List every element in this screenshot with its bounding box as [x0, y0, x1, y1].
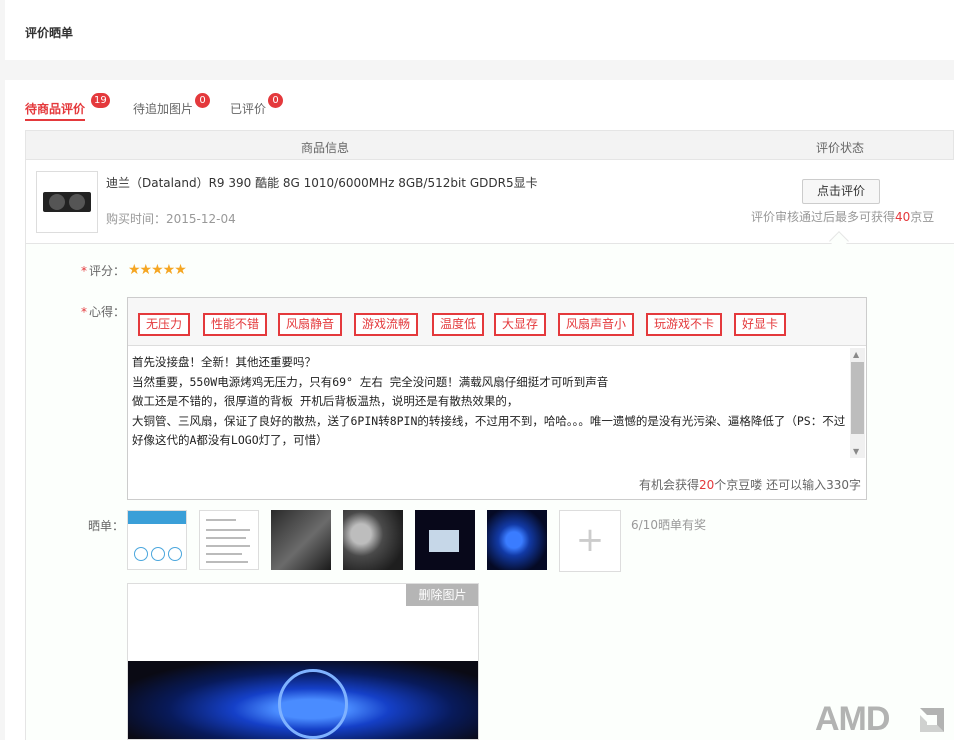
product-name[interactable]: 迪兰（Dataland）R9 390 酷能 8G 1010/6000MHz 8G…	[106, 174, 538, 191]
tab-reviewed-count: 0	[268, 93, 283, 108]
photo-detail	[206, 519, 236, 521]
page-title: 评价晒单	[25, 26, 74, 40]
counter-suffix: 个京豆喽 还可以输入330字	[714, 478, 861, 492]
tag-item[interactable]: 风扇声音小	[558, 313, 635, 336]
header-product-info: 商品信息	[301, 141, 350, 155]
rating-required-mark: *	[81, 264, 87, 278]
table-header: 商品信息 评价状态	[25, 130, 954, 160]
experience-box: 无压力 性能不错 风扇静音 游戏流畅 温度低 大显存 风扇声音小 玩游戏不卡 好…	[127, 297, 867, 500]
star-rating[interactable]: ★★★★★	[128, 262, 187, 278]
experience-label: * 心得：	[81, 303, 125, 320]
eval-reward-tip: 评价审核通过后最多可获得40京豆	[751, 208, 934, 225]
tab-pending-review-count: 19	[91, 93, 110, 108]
photo-thumbnail[interactable]	[343, 510, 403, 570]
eval-tip-suffix: 京豆	[910, 210, 935, 224]
evaluate-button[interactable]: 点击评价	[802, 179, 880, 204]
tag-item[interactable]: 性能不错	[203, 313, 268, 336]
photo-thumbnail[interactable]	[127, 510, 187, 570]
eval-tip-beans: 40	[895, 210, 911, 224]
photos-label: 晒单：	[88, 519, 125, 533]
photo-thumbnail[interactable]	[271, 510, 331, 570]
photo-thumbnail[interactable]	[199, 510, 259, 570]
tag-item[interactable]: 游戏流畅	[354, 313, 419, 336]
preview-image-fan	[278, 669, 348, 739]
photo-thumbnail[interactable]	[487, 510, 547, 570]
scroll-up-icon[interactable]: ▲	[853, 350, 859, 359]
photo-detail	[151, 547, 165, 561]
review-panel: 待商品评价 19 待追加图片 0 已评价 0 商品信息 评价状态 迪兰（Data…	[5, 80, 954, 740]
rating-label-text: 评分：	[89, 264, 126, 278]
experience-label-text: 心得：	[89, 305, 126, 319]
photo-detail	[429, 530, 459, 552]
product-row: 迪兰（Dataland）R9 390 酷能 8G 1010/6000MHz 8G…	[25, 160, 954, 251]
photo-detail	[206, 561, 248, 563]
tag-item[interactable]: 风扇静音	[278, 313, 343, 336]
tab-pending-review[interactable]: 待商品评价	[25, 100, 86, 121]
tab-reviewed[interactable]: 已评价	[230, 100, 266, 117]
product-thumbnail[interactable]	[36, 171, 98, 233]
amd-watermark: AMD	[815, 700, 890, 738]
photo-detail	[206, 529, 250, 531]
tag-item[interactable]: 无压力	[138, 313, 191, 336]
header-review-status: 评价状态	[816, 141, 865, 155]
graphics-card-image	[43, 192, 91, 212]
tab-pending-photos[interactable]: 待追加图片	[133, 100, 193, 117]
char-counter: 有机会获得20个京豆喽 还可以输入330字	[639, 476, 861, 493]
amd-arrow-icon	[920, 708, 944, 732]
photo-detail	[206, 553, 242, 555]
rating-label: * 评分：	[81, 262, 125, 279]
eval-tip-prefix: 评价审核通过后最多可获得	[751, 210, 896, 224]
review-textarea[interactable]: 首先没接盘！全新！其他还重要吗？ 当然重要，550W电源烤鸡无压力，只有69° …	[132, 353, 847, 451]
scroll-down-icon[interactable]: ▼	[853, 447, 859, 456]
page-header: 评价晒单	[5, 0, 954, 60]
counter-beans: 20	[698, 478, 715, 492]
delete-photo-button[interactable]: 删除图片	[406, 584, 478, 606]
tag-item[interactable]: 好显卡	[734, 313, 787, 336]
tag-item[interactable]: 玩游戏不卡	[646, 313, 723, 336]
photo-preview: 删除图片	[127, 583, 479, 740]
tag-item[interactable]: 温度低	[432, 313, 485, 336]
photo-detail	[134, 547, 148, 561]
preview-image	[128, 661, 478, 739]
tab-pending-photos-count: 0	[195, 93, 210, 108]
tag-item[interactable]: 大显存	[494, 313, 547, 336]
scrollbar-thumb[interactable]	[851, 362, 864, 434]
counter-prefix: 有机会获得	[638, 478, 699, 492]
photo-reward-tip: 6/10晒单有奖	[631, 518, 706, 532]
purchase-time: 购买时间：2015-12-04	[106, 212, 236, 226]
photo-detail	[206, 545, 250, 547]
tag-list: 无压力 性能不错 风扇静音 游戏流畅 温度低 大显存 风扇声音小 玩游戏不卡 好…	[128, 298, 866, 346]
add-photo-button[interactable]: +	[559, 510, 621, 572]
photo-detail	[206, 537, 246, 539]
review-form: * 评分： ★★★★★ * 心得： 无压力 性能不错 风扇静音 游戏流畅 温度低 大…	[25, 244, 954, 740]
textarea-scrollbar[interactable]: ▲ ▼	[850, 348, 865, 458]
experience-required-mark: *	[81, 305, 87, 319]
photo-thumbnail[interactable]	[415, 510, 475, 570]
photo-detail	[168, 547, 182, 561]
